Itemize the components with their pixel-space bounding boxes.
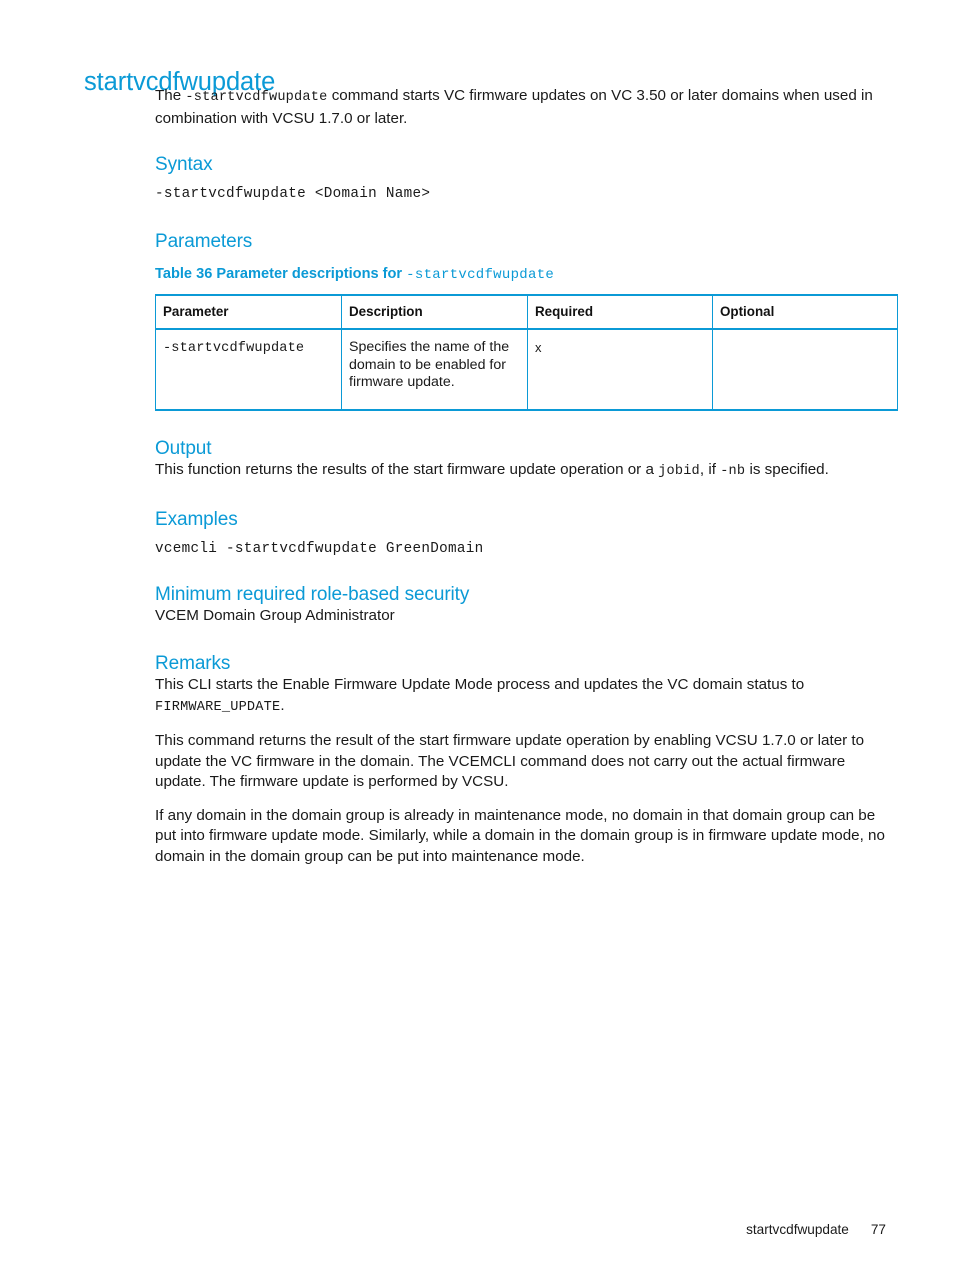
page-content: The -startvcdfwupdate command starts VC … bbox=[155, 86, 898, 867]
section-syntax: Syntax -startvcdfwupdate <Domain Name> bbox=[155, 153, 897, 204]
table-caption-prefix: Table 36 Parameter descriptions for bbox=[155, 266, 407, 282]
role-security-text: VCEM Domain Group Administrator bbox=[155, 606, 395, 624]
output-paragraph: This function returns the results of the… bbox=[155, 460, 897, 483]
intro-paragraph: The -startvcdfwupdate command starts VC … bbox=[155, 86, 897, 129]
remarks-paragraph-1: This CLI starts the Enable Firmware Upda… bbox=[155, 675, 897, 718]
remarks-text-1a: This CLI starts the Enable Firmware Upda… bbox=[155, 676, 805, 693]
column-header-optional: Optional bbox=[712, 295, 898, 330]
section-output: Output This function returns the results… bbox=[155, 437, 897, 483]
section-remarks: Remarks This CLI starts the Enable Firmw… bbox=[155, 652, 897, 867]
cell-description: Specifies the name of the domain to be e… bbox=[341, 329, 528, 410]
intro-command-code: -startvcdfwupdate bbox=[185, 90, 328, 105]
column-header-required: Required bbox=[527, 295, 713, 330]
section-role-security: Minimum required role-based security VCE… bbox=[155, 583, 897, 627]
remarks-text-1b: . bbox=[280, 696, 285, 714]
cell-required: x bbox=[527, 329, 713, 410]
table-header-row: Parameter Description Required Optional bbox=[155, 295, 898, 330]
remarks-code-firmware-update: FIRMWARE_UPDATE bbox=[155, 699, 281, 715]
output-text-3: is specified. bbox=[745, 461, 829, 478]
role-security-heading: Minimum required role-based security bbox=[155, 583, 470, 605]
syntax-heading: Syntax bbox=[155, 154, 213, 175]
output-code-jobid: jobid bbox=[658, 464, 700, 479]
section-examples: Examples vcemcli -startvcdfwupdate Green… bbox=[155, 508, 897, 559]
table-row: -startvcdfwupdate Specifies the name of … bbox=[155, 329, 898, 410]
footer-section-name: startvcdfwupdate bbox=[746, 1222, 849, 1237]
remarks-paragraph-3: If any domain in the domain group is alr… bbox=[155, 806, 885, 865]
cell-optional bbox=[712, 329, 898, 410]
table-caption: Table 36 Parameter descriptions for -sta… bbox=[155, 265, 897, 285]
footer-page-number: 77 bbox=[870, 1222, 886, 1237]
section-parameters: Parameters Table 36 Parameter descriptio… bbox=[155, 230, 898, 411]
document-page: startvcdfwupdate The -startvcdfwupdate c… bbox=[0, 0, 954, 1271]
cell-parameter-code: -startvcdfwupdate bbox=[163, 341, 305, 356]
column-header-description: Description bbox=[341, 295, 528, 330]
cell-parameter: -startvcdfwupdate bbox=[155, 329, 342, 410]
output-code-nb: -nb bbox=[720, 464, 746, 479]
table-caption-command: -startvcdfwupdate bbox=[406, 267, 555, 283]
examples-code: vcemcli -startvcdfwupdate GreenDomain bbox=[155, 540, 484, 557]
output-text-1: This function returns the results of the… bbox=[155, 461, 659, 478]
intro-text-before: The bbox=[155, 87, 186, 104]
remarks-paragraph-2: This command returns the result of the s… bbox=[155, 732, 865, 790]
parameter-descriptions-table: Parameter Description Required Optional … bbox=[155, 294, 898, 411]
output-text-2: , if bbox=[699, 461, 721, 478]
syntax-code: -startvcdfwupdate <Domain Name> bbox=[155, 186, 431, 202]
column-header-parameter: Parameter bbox=[155, 295, 342, 330]
remarks-heading: Remarks bbox=[155, 653, 231, 674]
parameters-heading: Parameters bbox=[155, 231, 253, 252]
page-footer: startvcdfwupdate 77 bbox=[0, 1222, 954, 1237]
examples-heading: Examples bbox=[155, 508, 238, 530]
output-heading: Output bbox=[155, 438, 212, 459]
